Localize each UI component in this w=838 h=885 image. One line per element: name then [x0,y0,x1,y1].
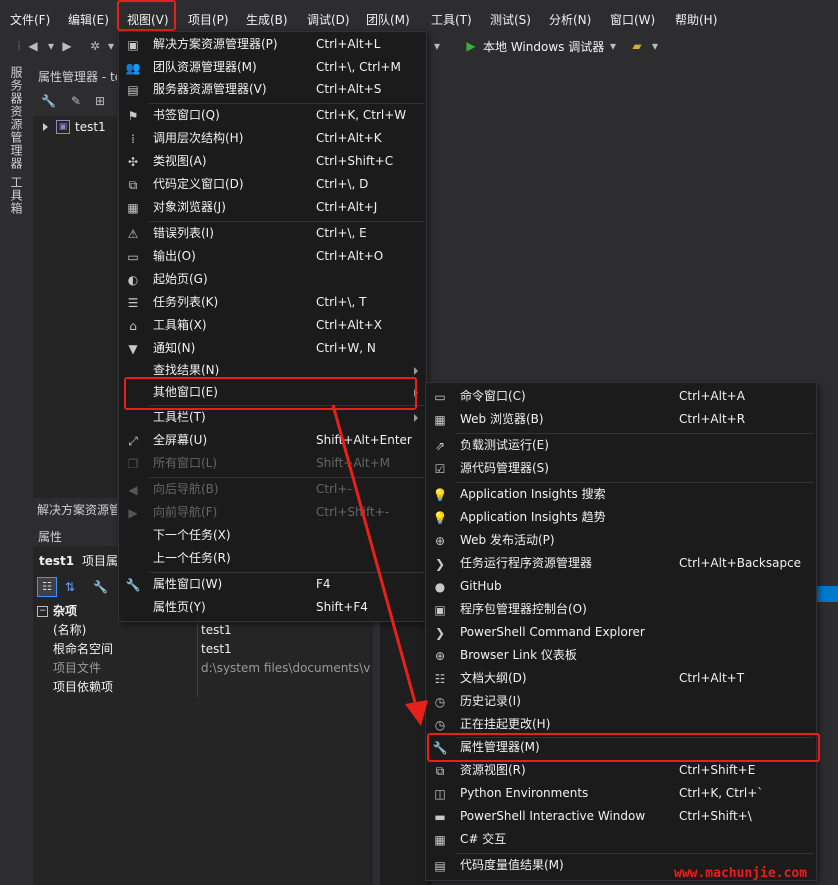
arrow-line [331,404,418,707]
annotation-arrow [331,404,428,726]
arrow-head [405,700,428,726]
watermark: www.machunjie.com [674,866,808,881]
